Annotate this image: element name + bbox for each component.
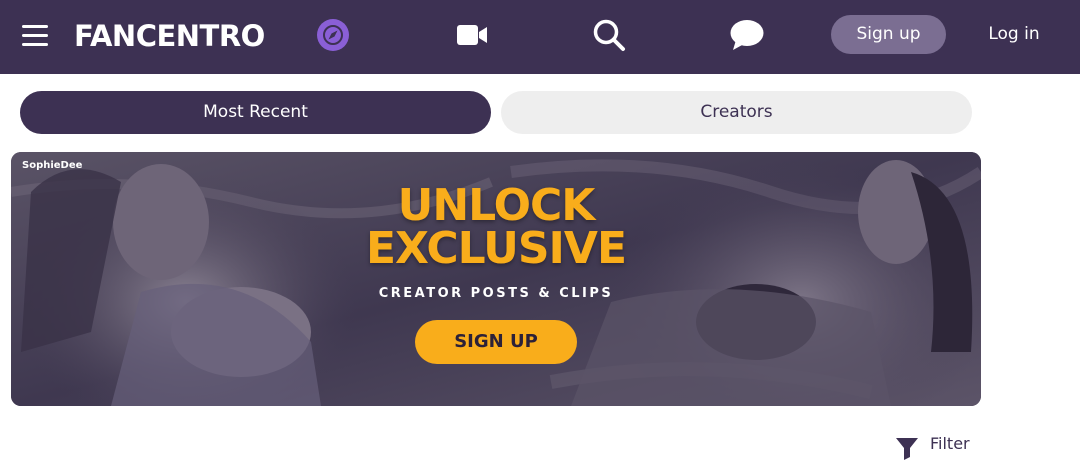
banner-subtitle: CREATOR POSTS & CLIPS	[378, 286, 614, 301]
log-in-link[interactable]: Log in	[984, 15, 1044, 54]
filter-label: Filter	[930, 434, 970, 453]
banner-sign-up-button[interactable]: SIGN UP	[415, 320, 577, 364]
tab-creators[interactable]: Creators	[501, 91, 972, 134]
banner-title-line2: EXCLUSIVE	[365, 223, 627, 274]
funnel-icon	[896, 438, 918, 460]
search-icon[interactable]	[592, 18, 626, 52]
chat-bubble-icon[interactable]	[729, 18, 765, 52]
site-logo[interactable]: FANCENTRO	[74, 16, 265, 56]
tab-most-recent[interactable]: Most Recent	[20, 91, 491, 134]
top-navigation-bar: FANCENTRO Sign up Log in	[0, 0, 1080, 74]
banner-watermark: SophieDee	[22, 160, 83, 171]
menu-icon[interactable]	[22, 24, 48, 46]
compass-icon[interactable]	[317, 19, 349, 51]
sign-up-button[interactable]: Sign up	[831, 15, 946, 54]
banner-title-line1: UNLOCK	[397, 180, 596, 231]
promo-banner[interactable]: SophieDee UNLOCK EXCLUSIVE CREATOR POSTS…	[11, 152, 981, 406]
video-camera-icon[interactable]	[456, 24, 488, 46]
